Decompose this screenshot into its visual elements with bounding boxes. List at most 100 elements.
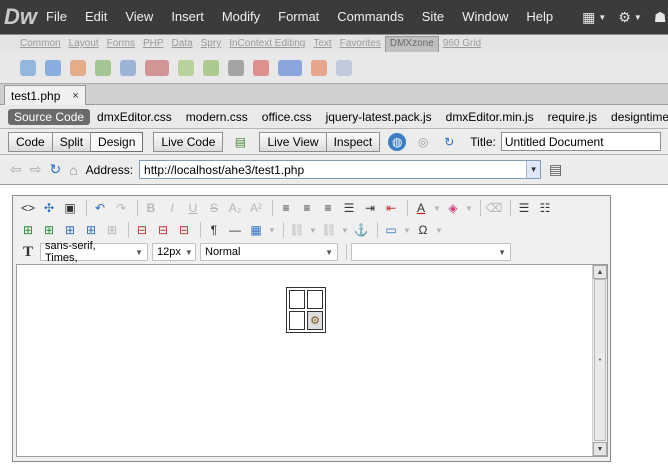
menu-help[interactable]: Help — [517, 0, 562, 34]
unlink-icon[interactable]: ⛓ — [320, 221, 338, 239]
scrollbar-thumb[interactable]: • — [594, 279, 606, 441]
insert-tab-common[interactable]: Common — [16, 38, 65, 49]
eraser-icon[interactable]: ⌫ — [485, 199, 503, 217]
menu-format[interactable]: Format — [269, 0, 328, 34]
scroll-down-arrow-icon[interactable]: ▼ — [593, 442, 607, 456]
content-table[interactable]: ⚙ — [286, 287, 326, 333]
vertical-scrollbar[interactable]: ▲ • ▼ — [592, 265, 607, 456]
delete-column-icon[interactable]: ⊟ — [154, 221, 172, 239]
menu-commands[interactable]: Commands — [328, 0, 412, 34]
document-tab[interactable]: test1.php × — [4, 85, 86, 105]
dmx-insert-icon-1[interactable] — [20, 59, 36, 76]
insert-tab-php[interactable]: PHP — [139, 38, 168, 49]
delete-table-icon[interactable]: ⊟ — [175, 221, 193, 239]
insert-tab-spry[interactable]: Spry — [197, 38, 226, 49]
font-family-select[interactable]: sans-serif, Times, ▼ — [40, 240, 148, 264]
subscript-icon[interactable]: A₂ — [226, 199, 244, 217]
related-file-office-css[interactable]: office.css — [255, 110, 319, 124]
dmx-insert-icon-11[interactable] — [278, 59, 302, 76]
menu-modify[interactable]: Modify — [213, 0, 269, 34]
save-icon[interactable]: ▣ — [61, 199, 79, 217]
address-input[interactable]: http://localhost/ahe3/test1.php ▼ — [139, 160, 542, 179]
related-file-require-js[interactable]: require.js — [541, 110, 604, 124]
italic-icon[interactable]: I — [163, 199, 181, 217]
related-file-modern-css[interactable]: modern.css — [179, 110, 255, 124]
insert-row-below-icon[interactable]: ⊞ — [40, 221, 58, 239]
outdent-icon[interactable]: ⇤ — [382, 199, 400, 217]
forward-arrow-icon[interactable]: ⇨ — [30, 161, 42, 178]
menu-site[interactable]: Site — [413, 0, 453, 34]
chevron-down-icon[interactable]: ▼ — [403, 221, 411, 239]
highlight-color-icon[interactable]: ◈ — [444, 199, 462, 217]
menu-window[interactable]: Window — [453, 0, 517, 34]
site-menu-icon[interactable]: ☗▼ — [648, 9, 668, 26]
scroll-up-arrow-icon[interactable]: ▲ — [593, 265, 607, 279]
dmx-insert-icon-3[interactable] — [70, 59, 86, 76]
chevron-down-icon[interactable]: ▼ — [465, 199, 473, 217]
refresh-icon[interactable]: ↻ — [49, 161, 61, 178]
fullscreen-icon[interactable]: ✣ — [40, 199, 58, 217]
layout-menu-icon[interactable]: ▦ ▼ — [576, 9, 612, 26]
dmx-insert-icon-13[interactable] — [336, 59, 352, 76]
menu-file[interactable]: File — [37, 0, 76, 34]
insert-tab-layout[interactable]: Layout — [65, 38, 103, 49]
dmx-insert-icon-4[interactable] — [95, 59, 111, 76]
chevron-down-icon[interactable]: ▼ — [268, 221, 276, 239]
link-icon[interactable]: ⛓ — [288, 221, 306, 239]
chevron-down-icon[interactable]: ▼ — [341, 221, 349, 239]
special-character-icon[interactable]: Ω — [414, 221, 432, 239]
dmx-insert-icon-12[interactable] — [311, 59, 327, 76]
format-select[interactable]: Normal ▼ — [200, 243, 338, 261]
globe-icon[interactable]: ◍ — [388, 132, 407, 151]
refresh-icon[interactable]: ↻ — [440, 133, 458, 151]
split-view-button[interactable]: Split — [52, 131, 92, 152]
editor-content-area[interactable]: ⚙ ▲ • ▼ — [16, 264, 608, 457]
title-input[interactable] — [500, 132, 661, 151]
strikethrough-icon[interactable]: S — [205, 199, 223, 217]
visual-aids-icon[interactable]: ◎ — [414, 133, 432, 151]
insert-image-icon[interactable]: ▭ — [382, 221, 400, 239]
font-color-icon[interactable]: A — [412, 199, 430, 217]
close-icon[interactable]: × — [72, 90, 78, 102]
source-code-icon[interactable]: <> — [19, 199, 37, 217]
bullet-list-icon[interactable]: ☰ — [515, 199, 533, 217]
dmx-insert-icon-7[interactable] — [178, 59, 194, 76]
menu-edit[interactable]: Edit — [76, 0, 116, 34]
live-code-button[interactable]: Live Code — [153, 131, 224, 152]
superscript-icon[interactable]: A² — [247, 199, 265, 217]
horizontal-rule-icon[interactable]: — — [226, 221, 244, 239]
design-view-button[interactable]: Design — [91, 131, 144, 152]
insert-tab-incontext[interactable]: InContext Editing — [225, 38, 309, 49]
merge-cells-icon[interactable]: ⊞ — [103, 221, 121, 239]
table-icon[interactable]: ▦ — [247, 221, 265, 239]
style-select[interactable]: ▼ — [351, 243, 511, 261]
paragraph-icon[interactable]: ¶ — [205, 221, 223, 239]
redo-icon[interactable]: ↷ — [112, 199, 130, 217]
browser-options-icon[interactable]: ▤ — [549, 161, 562, 178]
dmx-insert-icon-10[interactable] — [253, 59, 269, 76]
chevron-down-icon[interactable]: ▼ — [433, 199, 441, 217]
align-left-icon[interactable]: ≡ — [277, 199, 295, 217]
delete-row-icon[interactable]: ⊟ — [133, 221, 151, 239]
check-page-icon[interactable]: ▤ — [231, 133, 249, 151]
table-cell[interactable] — [307, 290, 323, 309]
anchor-icon[interactable]: ⚓ — [352, 221, 370, 239]
inspect-button[interactable]: Inspect — [326, 131, 381, 152]
dmx-insert-icon-5[interactable] — [120, 59, 136, 76]
chevron-down-icon[interactable]: ▼ — [526, 161, 541, 178]
justify-icon[interactable]: ☰ — [340, 199, 358, 217]
insert-tab-forms[interactable]: Forms — [103, 38, 139, 49]
table-cell[interactable] — [289, 311, 305, 330]
indent-icon[interactable]: ⇥ — [361, 199, 379, 217]
menu-insert[interactable]: Insert — [162, 0, 213, 34]
table-cell[interactable] — [289, 290, 305, 309]
dmx-insert-icon-2[interactable] — [45, 59, 61, 76]
home-icon[interactable]: ⌂ — [69, 162, 77, 178]
font-size-select[interactable]: 12px ▼ — [152, 243, 196, 261]
image-placeholder-icon[interactable]: ⚙ — [307, 311, 323, 330]
related-file-dmxeditor-css[interactable]: dmxEditor.css — [90, 110, 179, 124]
insert-column-right-icon[interactable]: ⊞ — [82, 221, 100, 239]
related-file-dmxeditor-js[interactable]: dmxEditor.min.js — [439, 110, 541, 124]
insert-tab-dmxzone[interactable]: DMXzone — [384, 35, 439, 52]
live-view-button[interactable]: Live View — [259, 131, 327, 152]
